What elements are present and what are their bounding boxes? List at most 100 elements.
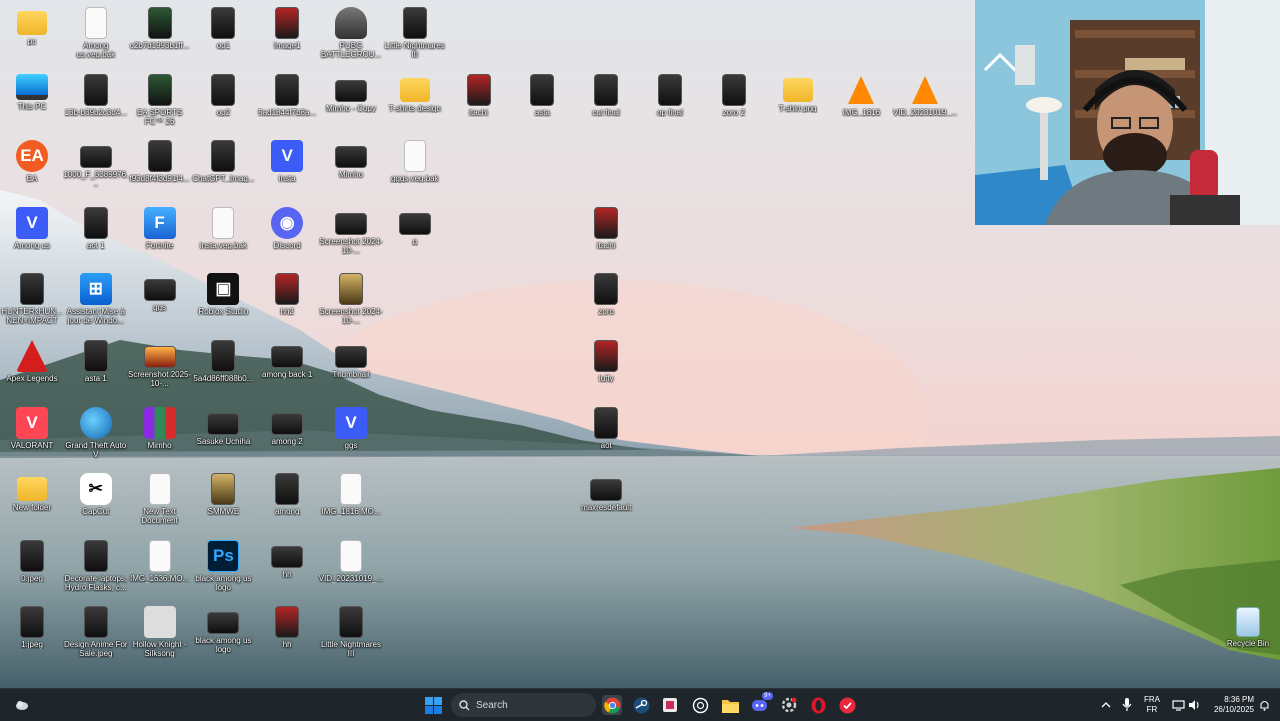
- desktop-icon[interactable]: itachi: [446, 70, 512, 132]
- desktop-icon[interactable]: gggs.veg.bak: [382, 136, 448, 198]
- desktop-icon[interactable]: Among us.veg.bak: [63, 3, 129, 65]
- start-button[interactable]: [423, 695, 443, 715]
- taskbar-file-explorer[interactable]: [720, 695, 740, 715]
- desktop-icon[interactable]: hh: [254, 536, 320, 598]
- desktop-icon[interactable]: T-shirt png: [765, 70, 831, 132]
- network-icon: [1171, 699, 1185, 711]
- desktop-icon[interactable]: ⊞ Assistant Mise à jour de Windo...: [63, 269, 129, 331]
- desktop-icon[interactable]: 0.jpeg: [0, 536, 65, 598]
- desktop-icon[interactable]: T-shirts design: [382, 70, 448, 132]
- desktop-icon[interactable]: SMMWE: [190, 469, 256, 531]
- apex-icon: [16, 340, 48, 372]
- desktop-icon[interactable]: zoro: [573, 269, 639, 331]
- desktop-icon[interactable]: HUNTERxHUN... NEN×IMPACT: [0, 269, 65, 331]
- desktop-icon[interactable]: ✂ CapCut: [63, 469, 129, 531]
- quick-settings-volume[interactable]: [1184, 695, 1204, 715]
- desktop-icon[interactable]: Vggs: [318, 403, 384, 465]
- desktop-icon[interactable]: cut final: [573, 70, 639, 132]
- desktop-icon[interactable]: ▣ Roblox Studio: [190, 269, 256, 331]
- desktop-icon[interactable]: asta 1: [63, 336, 129, 398]
- taskbar-norton[interactable]: [837, 695, 857, 715]
- desktop-icon[interactable]: IMG_1816.MO...: [318, 469, 384, 531]
- desktop-icon-label: 5ad1844f7b8a...: [258, 107, 317, 117]
- taskbar-search-box[interactable]: Search: [451, 693, 596, 717]
- desktop-icon[interactable]: g: [382, 203, 448, 265]
- desktop-icon[interactable]: op final: [637, 70, 703, 132]
- desktop-icon[interactable]: luffy: [573, 336, 639, 398]
- desktop-icon[interactable]: This PC: [0, 70, 65, 132]
- desktop-icon[interactable]: hh: [254, 602, 320, 664]
- desktop-icon[interactable]: IMG_1816: [828, 70, 894, 132]
- desktop-icon[interactable]: aot: [573, 403, 639, 465]
- desktop-icon[interactable]: Screenshot 2025-10-...: [127, 336, 193, 398]
- desktop-icon[interactable]: Apex Legends: [0, 336, 65, 398]
- taskbar-media-app[interactable]: [660, 695, 680, 715]
- taskbar-settings[interactable]: [779, 695, 799, 715]
- desktop-icon[interactable]: 5ad1844f7b8a...: [254, 70, 320, 132]
- desktop-icon[interactable]: ChatGPT_Imag...: [190, 136, 256, 198]
- desktop-icon[interactable]: Little Nightmares III: [382, 3, 448, 65]
- desktop-icon[interactable]: EA EA: [0, 136, 65, 198]
- desktop-icon[interactable]: maxresdefault: [573, 469, 639, 531]
- desktop-icon[interactable]: 1000_F_5389976...: [63, 136, 129, 198]
- widgets-button[interactable]: [12, 695, 32, 715]
- recycle-bin[interactable]: Recycle Bin: [1215, 603, 1280, 665]
- desktop-icon[interactable]: F Fortnite: [127, 203, 193, 265]
- desktop-icon[interactable]: New Text Document: [127, 469, 193, 531]
- notifications-button[interactable]: [1254, 695, 1274, 715]
- language-indicator[interactable]: FRA FR: [1140, 695, 1164, 715]
- desktop-icon[interactable]: IMG_1636.MO...: [127, 536, 193, 598]
- desktop-icon[interactable]: Mimho: [318, 136, 384, 198]
- desktop-icon[interactable]: Design Anime For Sale.jpeg: [63, 602, 129, 664]
- desktop-icon-label: EA: [26, 174, 38, 184]
- desktop-icon[interactable]: black among us logo: [190, 602, 256, 664]
- desktop-icon[interactable]: Decorate laptops, Hydro Flasks, c...: [63, 536, 129, 598]
- desktop-icon[interactable]: op1: [190, 3, 256, 65]
- desktop-icon[interactable]: itachi: [573, 203, 639, 265]
- desktop-icon[interactable]: New folder: [0, 469, 65, 531]
- desktop-icon[interactable]: zoro 2: [701, 70, 767, 132]
- desktop-icon[interactable]: VID_20231019_...: [318, 536, 384, 598]
- desktop-icon[interactable]: Grand Theft Auto V: [63, 403, 129, 465]
- microphone-button[interactable]: [1117, 695, 1137, 715]
- desktop-icon[interactable]: Thumbnail: [318, 336, 384, 398]
- taskbar-chrome[interactable]: [602, 695, 622, 715]
- desktop-icon[interactable]: aot 1: [63, 203, 129, 265]
- desktop-icon[interactable]: among: [254, 469, 320, 531]
- desktop-icon[interactable]: Mimho - Copy: [318, 70, 384, 132]
- desktop-icon[interactable]: ◉ Discord: [254, 203, 320, 265]
- desktop-icon[interactable]: hh2: [254, 269, 320, 331]
- desktop-icon[interactable]: pc: [0, 3, 65, 65]
- desktop-icon[interactable]: Little Nightmares III: [318, 602, 384, 664]
- desktop-icon[interactable]: 1.jpeg: [0, 602, 65, 664]
- desktop-icon[interactable]: ggs: [127, 269, 193, 331]
- desktop-icon[interactable]: 13b-b39b2c3d4...: [63, 70, 129, 132]
- desktop-icon[interactable]: Ps black among us logo: [190, 536, 256, 598]
- desktop-icon[interactable]: PUBG BATTLEGROU...: [318, 3, 384, 65]
- clock[interactable]: 8:36 PM 26/10/2025: [1204, 695, 1254, 715]
- desktop-icon[interactable]: Sasuke Uchiha: [190, 403, 256, 465]
- desktop-icon[interactable]: asta: [509, 70, 575, 132]
- desktop-icon[interactable]: f93d8f4f3d91f4...: [127, 136, 193, 198]
- desktop-icon[interactable]: VID_20231019_...: [892, 70, 958, 132]
- show-hidden-icons-button[interactable]: [1096, 695, 1116, 715]
- desktop-icon[interactable]: EA SPORTS FC™ 26: [127, 70, 193, 132]
- desktop-icon[interactable]: Image1: [254, 3, 320, 65]
- desktop-icon[interactable]: Screenshot 2024-10-...: [318, 269, 384, 331]
- taskbar-discord[interactable]: 9+: [749, 692, 773, 715]
- desktop-icon[interactable]: op2: [190, 70, 256, 132]
- desktop-icon[interactable]: among 2: [254, 403, 320, 465]
- desktop-icon[interactable]: Mimho: [127, 403, 193, 465]
- taskbar-chatgpt[interactable]: [690, 695, 710, 715]
- desktop-icon[interactable]: Hollow Knight - Silksong: [127, 602, 193, 664]
- desktop-icon[interactable]: c2b7d1993b1ff...: [127, 3, 193, 65]
- desktop-icon[interactable]: Vinsta: [254, 136, 320, 198]
- desktop-icon[interactable]: among back 1: [254, 336, 320, 398]
- taskbar-steam[interactable]: [631, 695, 651, 715]
- desktop-icon[interactable]: V VALORANT: [0, 403, 65, 465]
- taskbar-opera[interactable]: [808, 695, 828, 715]
- desktop-icon[interactable]: Screenshot 2024-10-...: [318, 203, 384, 265]
- desktop-icon[interactable]: V Among us: [0, 203, 65, 265]
- desktop-icon[interactable]: insta.veg.bak: [190, 203, 256, 265]
- desktop-icon[interactable]: 5a4d86ff088b0...: [190, 336, 256, 398]
